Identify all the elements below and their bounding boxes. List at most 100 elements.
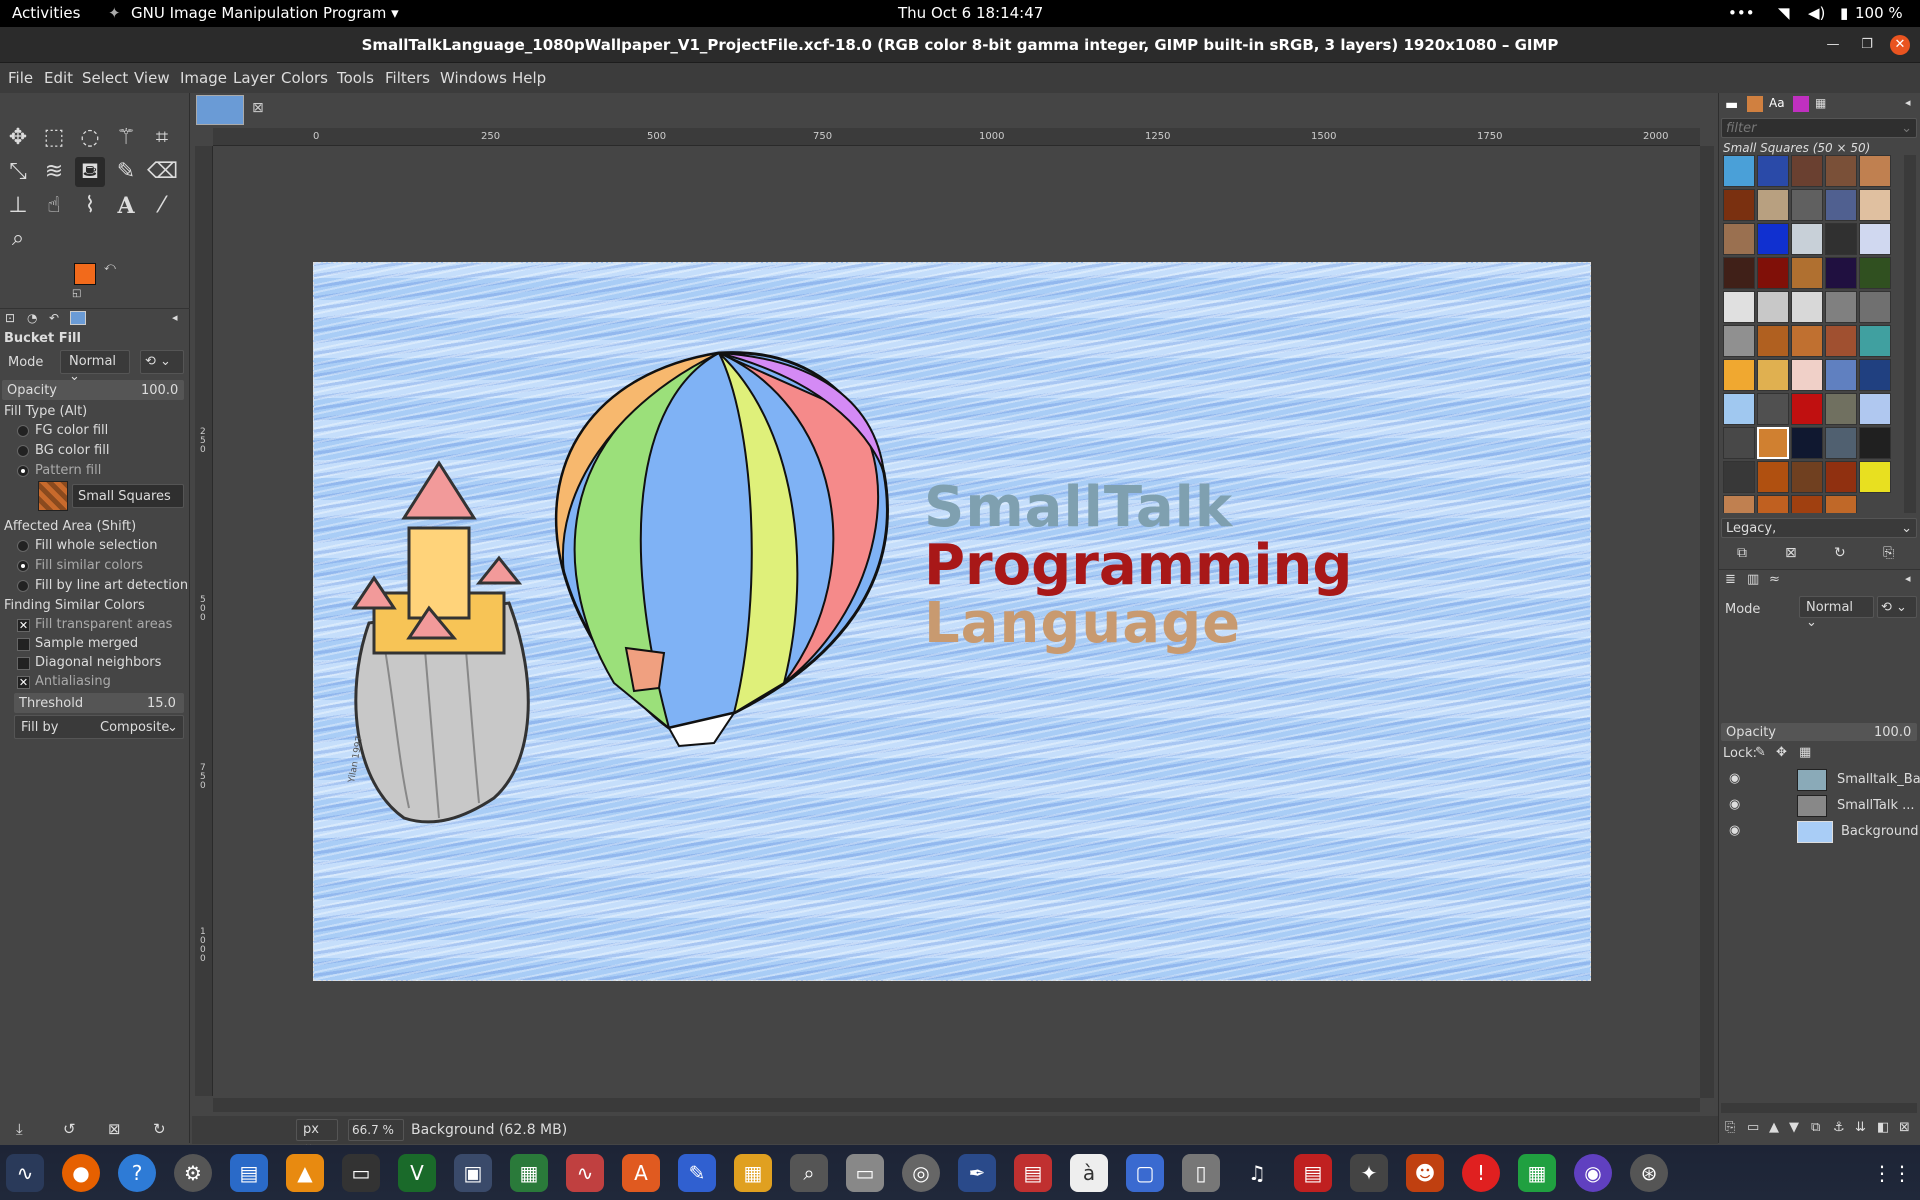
writer-icon[interactable]: ▤ bbox=[230, 1154, 268, 1192]
brushes-tab-icon[interactable]: ▬ bbox=[1725, 97, 1738, 113]
refresh-patterns-icon[interactable]: ↻ bbox=[1834, 545, 1846, 561]
delete-layer-icon[interactable]: ⊠ bbox=[1899, 1120, 1910, 1135]
eye-icon[interactable]: ◉ bbox=[1729, 797, 1740, 812]
palettes-tab-icon[interactable]: ▦ bbox=[1815, 96, 1826, 110]
merge-layer-icon[interactable]: ⇊ bbox=[1855, 1120, 1866, 1135]
vim-icon[interactable]: V bbox=[398, 1154, 436, 1192]
layers-tab-icon[interactable]: ≣ bbox=[1725, 572, 1736, 587]
screenshot-icon[interactable]: ◉ bbox=[1574, 1154, 1612, 1192]
help-icon[interactable]: ? bbox=[118, 1154, 156, 1192]
tool-options-tab-icon[interactable]: ⊡ bbox=[5, 311, 15, 325]
layer-row[interactable]: ◉ Smalltalk_Ballo bbox=[1719, 767, 1920, 793]
eye-icon[interactable]: ◉ bbox=[1729, 823, 1740, 838]
pattern-scrollbar[interactable] bbox=[1904, 155, 1916, 513]
save-options-icon[interactable]: ⤓ bbox=[16, 1120, 23, 1138]
settings-icon[interactable]: ⚙ bbox=[174, 1154, 212, 1192]
bg-fill-radio[interactable] bbox=[17, 445, 29, 457]
move-tool-icon[interactable]: ✥ bbox=[3, 123, 33, 153]
image-canvas[interactable]: Yilan 1997 SmallTalk Programming Languag… bbox=[313, 262, 1591, 981]
mode-reset-icon[interactable]: ⟲ ⌄ bbox=[140, 350, 184, 374]
menu-select[interactable]: Select bbox=[82, 69, 128, 87]
layer-opacity-slider[interactable]: Opacity 100.0 bbox=[1721, 723, 1917, 741]
layer-row[interactable]: ◉ SmallTalk ... bbox=[1719, 793, 1920, 819]
menu-view[interactable]: View bbox=[134, 69, 170, 87]
text-editor-icon[interactable]: ✎ bbox=[678, 1154, 716, 1192]
edit-pattern-icon[interactable]: ⧉ bbox=[1737, 545, 1747, 561]
spreadsheet-icon[interactable]: ▦ bbox=[1518, 1154, 1556, 1192]
fg-fill-radio[interactable] bbox=[17, 425, 29, 437]
layer-mode-reset-icon[interactable]: ⟲ ⌄ bbox=[1877, 596, 1917, 618]
lower-layer-icon[interactable]: ▼ bbox=[1789, 1120, 1799, 1135]
unit-dropdown[interactable]: px ⌄ bbox=[296, 1119, 338, 1152]
new-layer-icon[interactable]: ⎘ bbox=[1725, 1120, 1735, 1135]
vlc-icon[interactable]: ▲ bbox=[286, 1154, 324, 1192]
threshold-slider[interactable]: Threshold 15.0 bbox=[14, 693, 184, 713]
battery-icon[interactable]: ▮ bbox=[1840, 4, 1848, 22]
close-image-tab-icon[interactable]: ⊠ bbox=[252, 100, 264, 116]
software-center-icon[interactable]: A bbox=[622, 1154, 660, 1192]
menu-tools[interactable]: Tools bbox=[337, 69, 374, 87]
delete-options-icon[interactable]: ⊠ bbox=[108, 1120, 121, 1138]
menu-image[interactable]: Image bbox=[180, 69, 227, 87]
browser-icon[interactable]: ◎ bbox=[902, 1154, 940, 1192]
terminal-icon[interactable]: ▭ bbox=[342, 1154, 380, 1192]
bucket-fill-tool-icon[interactable]: ⛾ bbox=[75, 157, 105, 187]
fonts-tab-icon[interactable]: Aa bbox=[1769, 96, 1785, 110]
volume-icon[interactable]: ◀) bbox=[1808, 4, 1825, 22]
gradients-tab-icon[interactable] bbox=[1793, 96, 1809, 112]
app-menu[interactable]: GNU Image Manipulation Program ▾ bbox=[131, 4, 399, 22]
images-tab-icon[interactable] bbox=[70, 311, 86, 325]
fill-similar-colors-radio[interactable] bbox=[17, 560, 29, 572]
chat-icon[interactable]: ▢ bbox=[1126, 1154, 1164, 1192]
reset-colors-icon[interactable]: ◱ bbox=[72, 288, 81, 299]
open-pattern-icon[interactable]: ⎘ bbox=[1883, 545, 1894, 561]
files-icon[interactable]: ▭ bbox=[846, 1154, 884, 1192]
opacity-slider[interactable]: Opacity 100.0 bbox=[2, 380, 184, 400]
new-group-icon[interactable]: ▭ bbox=[1747, 1120, 1759, 1135]
pattern-filter-input[interactable]: filter ⌄ bbox=[1721, 118, 1917, 138]
menu-layer[interactable]: Layer bbox=[233, 69, 275, 87]
eraser-tool-icon[interactable]: ⌫ bbox=[147, 157, 178, 187]
lock-pixels-icon[interactable]: ✎ bbox=[1755, 745, 1766, 760]
pattern-name-field[interactable]: Small Squares bbox=[72, 484, 184, 508]
menu-windows[interactable]: Windows bbox=[440, 69, 507, 87]
configure-tab-icon[interactable]: ◂ bbox=[172, 311, 178, 324]
restore-options-icon[interactable]: ↺ bbox=[63, 1120, 76, 1138]
antialiasing-checkbox[interactable]: ✕ bbox=[17, 676, 30, 689]
layers-scrollbar[interactable] bbox=[1721, 1103, 1917, 1113]
archive-icon[interactable]: ▯ bbox=[1182, 1154, 1220, 1192]
horizontal-ruler[interactable]: 0 250 500 750 1000 1250 1500 1750 2000 bbox=[213, 128, 1700, 146]
eye-icon[interactable]: ◉ bbox=[1729, 771, 1740, 786]
pdf-icon[interactable]: ▤ bbox=[1294, 1154, 1332, 1192]
music-icon[interactable]: ♫ bbox=[1238, 1154, 1276, 1192]
duplicate-layer-icon[interactable]: ⧉ bbox=[1811, 1120, 1820, 1135]
swap-colors-icon[interactable]: ⤺ bbox=[104, 260, 116, 274]
firefox-icon[interactable]: ● bbox=[62, 1154, 100, 1192]
lock-alpha-icon[interactable]: ▦ bbox=[1799, 745, 1811, 760]
channels-tab-icon[interactable]: ▥ bbox=[1747, 572, 1759, 587]
menu-help[interactable]: Help bbox=[512, 69, 546, 87]
image-viewer-icon[interactable]: ⌕ bbox=[790, 1154, 828, 1192]
alert-icon[interactable]: ! bbox=[1462, 1154, 1500, 1192]
pattern-tags-field[interactable]: Legacy, ⌄ bbox=[1721, 518, 1917, 538]
color-picker-tool-icon[interactable]: ⁄ bbox=[147, 191, 177, 221]
calculator-icon[interactable]: ▦ bbox=[734, 1154, 772, 1192]
lock-position-icon[interactable]: ✥ bbox=[1776, 745, 1787, 760]
smudge-tool-icon[interactable]: ☝ bbox=[39, 191, 69, 221]
layer-mode-dropdown[interactable]: Normal ⌄ bbox=[1799, 596, 1874, 630]
paintbrush-tool-icon[interactable]: ✎ bbox=[111, 157, 141, 187]
character-map-icon[interactable]: à bbox=[1070, 1154, 1108, 1192]
rect-select-tool-icon[interactable]: ⬚ bbox=[39, 123, 69, 153]
path-tool-icon[interactable]: ⌇ bbox=[75, 191, 105, 221]
updater-icon[interactable]: ⊛ bbox=[1630, 1154, 1668, 1192]
audio-editor-icon[interactable]: ∿ bbox=[566, 1154, 604, 1192]
device-status-tab-icon[interactable]: ◔ bbox=[27, 311, 37, 325]
horizontal-scrollbar[interactable] bbox=[213, 1098, 1700, 1112]
mode-dropdown[interactable]: Normal ⌄ bbox=[60, 350, 130, 384]
reset-options-icon[interactable]: ↻ bbox=[153, 1120, 166, 1138]
maximize-icon[interactable]: ❐ bbox=[1857, 35, 1877, 55]
undo-history-tab-icon[interactable]: ↶ bbox=[49, 311, 59, 325]
clone-tool-icon[interactable]: ⊥ bbox=[3, 191, 33, 221]
menu-colors[interactable]: Colors bbox=[281, 69, 328, 87]
vertical-scrollbar[interactable] bbox=[1700, 146, 1714, 1098]
